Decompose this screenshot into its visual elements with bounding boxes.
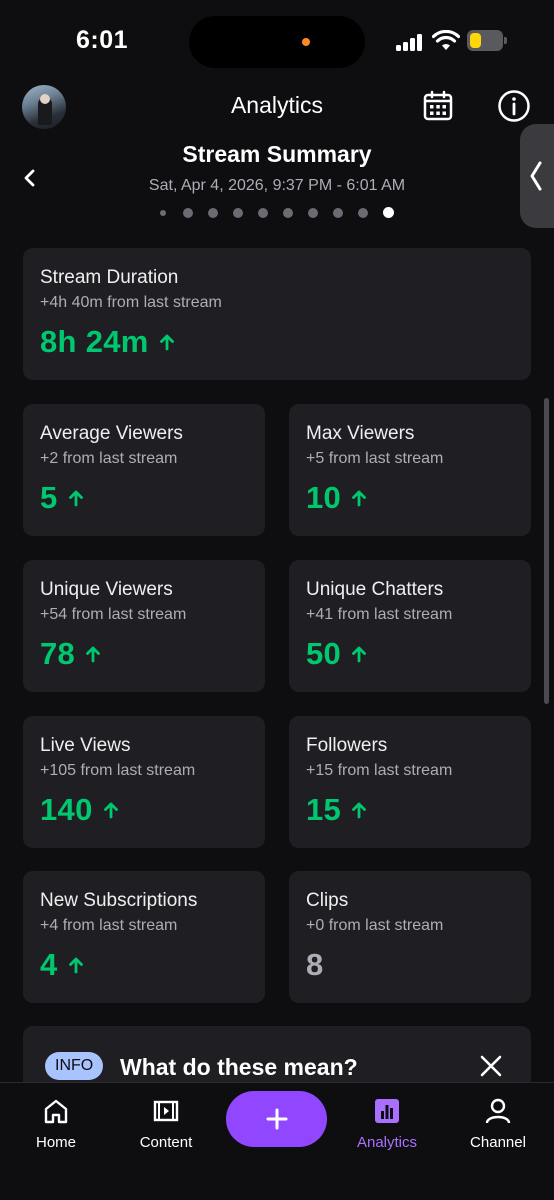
page-dot[interactable] bbox=[160, 210, 166, 216]
page-title: Analytics bbox=[230, 92, 324, 118]
card-value: 4 bbox=[40, 947, 58, 982]
scroll-indicator bbox=[544, 398, 549, 704]
stat-card: Followers +15 from last stream 15 bbox=[289, 716, 531, 848]
up-arrow-icon bbox=[103, 802, 118, 819]
card-change: +5 from last stream bbox=[306, 450, 444, 467]
page-dot[interactable] bbox=[258, 208, 268, 218]
status-time: 6:01 bbox=[76, 26, 129, 54]
up-arrow-icon bbox=[68, 957, 83, 974]
card-label: New Subscriptions bbox=[40, 890, 198, 911]
page-dot[interactable] bbox=[333, 208, 343, 218]
nav-label-analytics: Analytics bbox=[356, 1134, 418, 1151]
stat-card: Max Viewers +5 from last stream 10 bbox=[289, 404, 531, 536]
page-dot[interactable] bbox=[208, 208, 218, 218]
card-label: Followers bbox=[306, 735, 388, 756]
stat-card: New Subscriptions +4 from last stream 4 bbox=[23, 871, 265, 1003]
up-arrow-icon bbox=[352, 490, 366, 507]
card-change: +4h 40m from last stream bbox=[40, 294, 222, 311]
nav-label-home: Home bbox=[35, 1134, 76, 1151]
calendar-icon[interactable] bbox=[422, 90, 454, 122]
battery-icon bbox=[467, 30, 507, 51]
card-change: +0 from last stream bbox=[306, 917, 444, 934]
card-value: 5 bbox=[40, 480, 58, 515]
card-label: Unique Viewers bbox=[40, 579, 173, 600]
stat-card: Clips +0 from last stream 8 bbox=[289, 871, 531, 1003]
chevron-left-icon bbox=[530, 161, 542, 191]
nav-label-channel: Channel bbox=[470, 1134, 526, 1151]
card-label: Live Views bbox=[40, 735, 131, 756]
up-arrow-icon bbox=[352, 802, 366, 819]
card-change: +4 from last stream bbox=[40, 917, 178, 934]
card-value: 10 bbox=[306, 480, 342, 515]
page-dot[interactable] bbox=[383, 207, 394, 218]
summary-date-range: Sat, Apr 4, 2026, 9:37 PM - 6:01 AM bbox=[148, 177, 406, 194]
page-dot[interactable] bbox=[358, 208, 368, 218]
stream-duration-card: Stream Duration +4h 40m from last stream… bbox=[23, 248, 531, 380]
close-icon[interactable] bbox=[479, 1054, 503, 1078]
person-icon bbox=[485, 1098, 511, 1124]
summary-title: Stream Summary bbox=[182, 141, 372, 167]
card-label: Max Viewers bbox=[306, 423, 415, 444]
up-arrow-icon bbox=[68, 490, 83, 507]
card-label: Clips bbox=[306, 890, 349, 911]
up-arrow-icon bbox=[159, 334, 174, 351]
page-indicator[interactable] bbox=[158, 207, 398, 219]
wifi-icon bbox=[432, 30, 460, 50]
content-icon bbox=[153, 1100, 179, 1122]
analytics-icon bbox=[375, 1099, 399, 1123]
stat-card: Live Views +105 from last stream 140 bbox=[23, 716, 265, 848]
card-label: Average Viewers bbox=[40, 423, 183, 444]
stat-card: Unique Viewers +54 from last stream 78 bbox=[23, 560, 265, 692]
card-label: Unique Chatters bbox=[306, 579, 444, 600]
status-bar: 6:01 bbox=[0, 0, 554, 82]
stat-card: Average Viewers +2 from last stream 5 bbox=[23, 404, 265, 536]
card-value: 15 bbox=[306, 792, 342, 827]
card-change: +105 from last stream bbox=[40, 762, 196, 779]
page-dot[interactable] bbox=[183, 208, 193, 218]
side-panel-tab[interactable] bbox=[520, 124, 554, 228]
recording-indicator-dot bbox=[302, 38, 310, 46]
card-value: 78 bbox=[40, 636, 76, 671]
home-icon bbox=[44, 1099, 68, 1124]
card-value: 8 bbox=[306, 947, 324, 982]
card-value: 140 bbox=[40, 792, 93, 827]
plus-icon bbox=[266, 1108, 288, 1130]
card-change: +41 from last stream bbox=[306, 606, 453, 623]
card-label: Stream Duration bbox=[40, 267, 179, 288]
nav-content[interactable]: Content bbox=[116, 1083, 216, 1163]
nav-home[interactable]: Home bbox=[6, 1083, 106, 1163]
cellular-signal-icon bbox=[396, 33, 426, 51]
card-change: +15 from last stream bbox=[306, 762, 453, 779]
card-change: +54 from last stream bbox=[40, 606, 187, 623]
card-value: 8h 24m bbox=[40, 324, 149, 359]
info-icon[interactable] bbox=[497, 89, 531, 123]
up-arrow-icon bbox=[352, 646, 366, 663]
nav-label-content: Content bbox=[139, 1134, 193, 1151]
up-arrow-icon bbox=[86, 646, 100, 663]
card-value: 50 bbox=[306, 636, 342, 671]
info-heading[interactable]: What do these mean? bbox=[120, 1054, 358, 1081]
nav-channel[interactable]: Channel bbox=[448, 1083, 548, 1163]
page-dot[interactable] bbox=[308, 208, 318, 218]
create-button[interactable] bbox=[226, 1091, 327, 1147]
info-badge: INFO bbox=[45, 1052, 104, 1080]
stat-card: Unique Chatters +41 from last stream 50 bbox=[289, 560, 531, 692]
card-change: +2 from last stream bbox=[40, 450, 178, 467]
nav-analytics[interactable]: Analytics bbox=[337, 1083, 437, 1163]
dynamic-island bbox=[189, 16, 365, 68]
page-dot[interactable] bbox=[233, 208, 243, 218]
page-dot[interactable] bbox=[283, 208, 293, 218]
bottom-navigation: Home Content Analytics Channel bbox=[0, 1082, 554, 1200]
